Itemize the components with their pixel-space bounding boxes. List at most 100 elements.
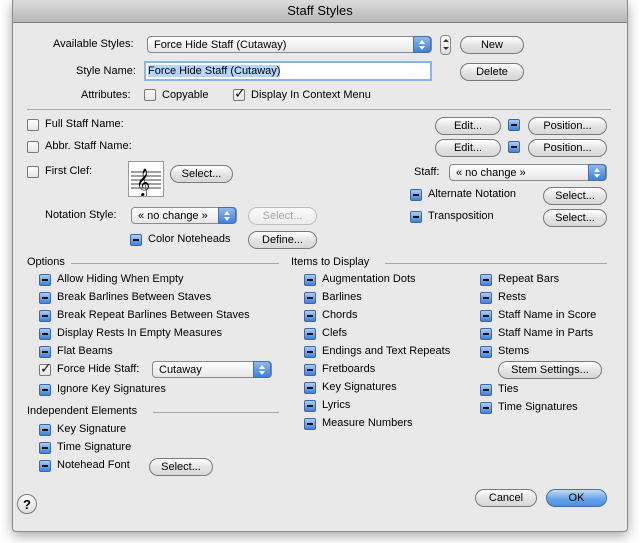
svg-text:𝄞: 𝄞 — [136, 168, 150, 196]
help-button[interactable]: ? — [17, 494, 37, 514]
abbr-name-position-button[interactable]: Position... — [528, 139, 607, 157]
allow-hiding-checkbox[interactable] — [39, 274, 51, 286]
abbr-staff-name-checkbox[interactable] — [27, 141, 39, 153]
display-rests-checkbox[interactable] — [39, 328, 51, 340]
alternate-notation-label: Alternate Notation — [428, 188, 517, 200]
staff-name-in-parts-label: Staff Name in Parts — [498, 327, 594, 339]
styles-stepper[interactable] — [440, 35, 451, 55]
force-hide-staff-value: Cutaway — [159, 364, 202, 376]
break-barlines-label: Break Barlines Between Staves — [57, 291, 212, 303]
popup-arrows-icon — [218, 207, 236, 224]
full-name-position-checkbox[interactable] — [508, 119, 520, 131]
break-repeat-barlines-label: Break Repeat Barlines Between Staves — [57, 309, 250, 321]
alternate-notation-select-button[interactable]: Select... — [543, 187, 607, 205]
treble-clef-icon: 𝄞 — [131, 168, 161, 197]
staff-name-in-score-label: Staff Name in Score — [498, 309, 597, 321]
time-signature-checkbox[interactable] — [39, 442, 51, 454]
full-staff-name-checkbox[interactable] — [27, 119, 39, 131]
first-clef-checkbox[interactable] — [27, 166, 39, 178]
force-hide-staff-select[interactable]: Cutaway — [152, 361, 272, 378]
abbr-name-edit-button[interactable]: Edit... — [435, 139, 501, 157]
notation-style-label: Notation Style: — [45, 209, 117, 221]
augmentation-dots-label: Augmentation Dots — [322, 273, 416, 285]
break-repeat-barlines-checkbox[interactable] — [39, 310, 51, 322]
stem-settings-button[interactable]: Stem Settings... — [498, 361, 602, 379]
define-button[interactable]: Define... — [248, 231, 317, 249]
delete-button[interactable]: Delete — [460, 63, 524, 81]
clefs-checkbox[interactable] — [304, 328, 316, 340]
ok-button[interactable]: OK — [546, 489, 607, 507]
fretboards-checkbox[interactable] — [304, 364, 316, 376]
key-signatures-label: Key Signatures — [322, 381, 397, 393]
rests-label: Rests — [498, 291, 527, 303]
endings-text-repeats-label: Endings and Text Repeats — [322, 345, 451, 357]
transposition-select-button[interactable]: Select... — [543, 209, 607, 227]
clef-preview: 𝄞 — [128, 161, 164, 197]
notation-style-select-button[interactable]: Select... — [248, 207, 317, 225]
stems-checkbox[interactable] — [480, 346, 492, 358]
notehead-font-checkbox[interactable] — [39, 460, 51, 472]
notation-style-select[interactable]: « no change » — [131, 207, 237, 224]
key-signatures-checkbox[interactable] — [304, 382, 316, 394]
full-name-edit-button[interactable]: Edit... — [435, 117, 501, 135]
lyrics-checkbox[interactable] — [304, 400, 316, 412]
ignore-key-signatures-checkbox[interactable] — [39, 384, 51, 396]
color-noteheads-checkbox[interactable] — [130, 234, 142, 246]
available-styles-label: Available Styles: — [53, 38, 134, 50]
items-separator — [385, 263, 607, 264]
stems-label: Stems — [498, 345, 530, 357]
barlines-checkbox[interactable] — [304, 292, 316, 304]
key-signature-checkbox[interactable] — [39, 424, 51, 436]
new-button[interactable]: New — [460, 36, 524, 54]
fretboards-label: Fretboards — [322, 363, 376, 375]
attributes-label: Attributes: — [81, 89, 131, 101]
top-separator — [27, 109, 611, 110]
items-to-display-heading: Items to Display — [291, 256, 370, 268]
force-hide-staff-label: Force Hide Staff: — [57, 363, 140, 375]
alternate-notation-checkbox[interactable] — [410, 189, 422, 201]
force-hide-staff-checkbox[interactable] — [39, 360, 52, 377]
staff-name-in-score-checkbox[interactable] — [480, 310, 492, 322]
chords-label: Chords — [322, 309, 358, 321]
abbr-name-position-checkbox[interactable] — [508, 141, 520, 153]
display-context-menu-checkbox[interactable] — [233, 85, 246, 102]
flat-beams-checkbox[interactable] — [39, 346, 51, 358]
full-name-position-button[interactable]: Position... — [528, 117, 607, 135]
time-signatures-checkbox[interactable] — [480, 402, 492, 414]
repeat-bars-label: Repeat Bars — [498, 273, 560, 285]
popup-arrows-icon — [413, 36, 431, 53]
chords-checkbox[interactable] — [304, 310, 316, 322]
ties-checkbox[interactable] — [480, 384, 492, 396]
transposition-checkbox[interactable] — [410, 211, 422, 223]
staff-name-in-parts-checkbox[interactable] — [480, 328, 492, 340]
color-noteheads-label: Color Noteheads — [148, 233, 231, 245]
notehead-font-select-button[interactable]: Select... — [149, 458, 213, 476]
staff-label: Staff: — [414, 166, 440, 178]
style-name-input[interactable]: Force Hide Staff (Cutaway) — [144, 61, 432, 81]
cancel-button[interactable]: Cancel — [475, 489, 537, 507]
transposition-label: Transposition — [428, 210, 494, 222]
clef-select-button[interactable]: Select... — [170, 165, 233, 183]
style-name-value: Force Hide Staff (Cutaway) — [148, 65, 281, 77]
break-barlines-checkbox[interactable] — [39, 292, 51, 304]
flat-beams-label: Flat Beams — [57, 345, 113, 357]
independent-separator — [153, 412, 279, 413]
time-signature-label: Time Signature — [57, 441, 132, 453]
available-styles-value: Force Hide Staff (Cutaway) — [154, 39, 287, 51]
options-heading: Options — [27, 256, 65, 268]
copyable-checkbox[interactable] — [144, 89, 156, 101]
time-signatures-label: Time Signatures — [498, 401, 578, 413]
rests-checkbox[interactable] — [480, 292, 492, 304]
measure-numbers-checkbox[interactable] — [304, 418, 316, 430]
staff-styles-dialog: Staff Styles Available Styles: Force Hid… — [12, 0, 628, 532]
augmentation-dots-checkbox[interactable] — [304, 274, 316, 286]
staff-select[interactable]: « no change » — [449, 164, 607, 181]
available-styles-select[interactable]: Force Hide Staff (Cutaway) — [147, 36, 432, 53]
independent-elements-heading: Independent Elements — [27, 405, 138, 417]
popup-arrows-icon — [588, 164, 606, 181]
notehead-font-label: Notehead Font — [57, 459, 130, 471]
style-name-label: Style Name: — [76, 65, 136, 77]
display-context-menu-label: Display In Context Menu — [251, 89, 371, 101]
endings-text-repeats-checkbox[interactable] — [304, 346, 316, 358]
repeat-bars-checkbox[interactable] — [480, 274, 492, 286]
